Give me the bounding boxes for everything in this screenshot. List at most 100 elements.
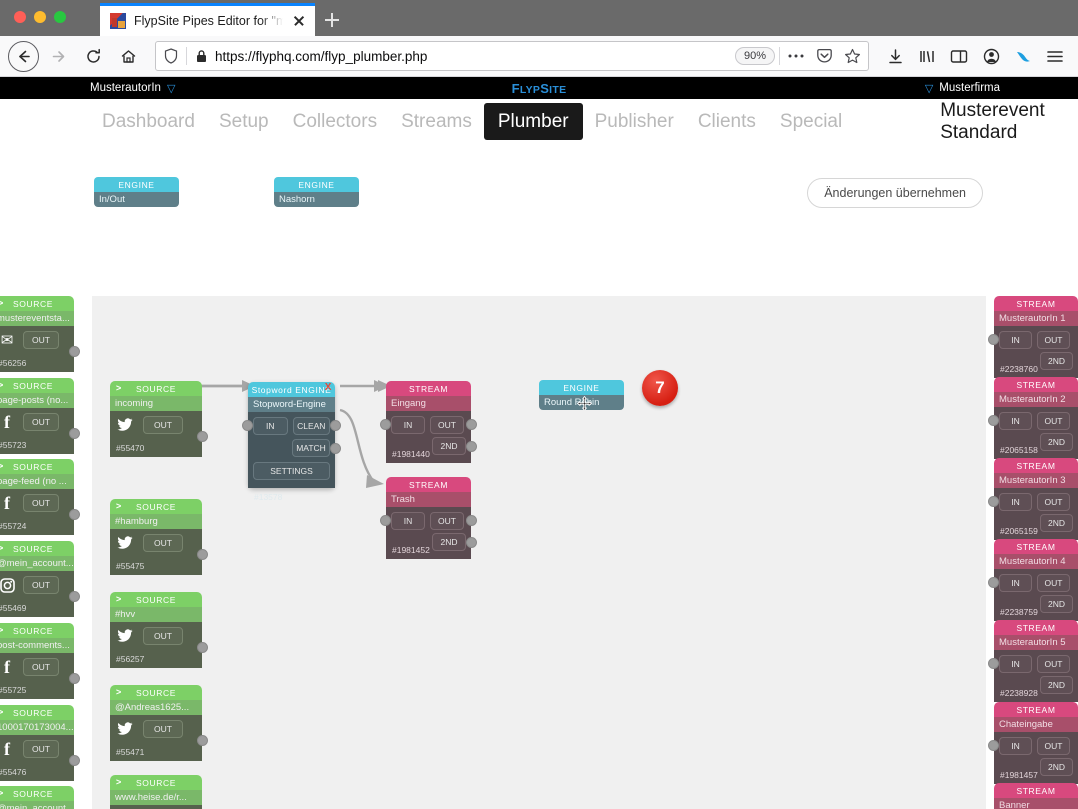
sidebar-icon[interactable] (944, 41, 974, 71)
port-in[interactable]: IN (999, 737, 1032, 755)
port-out[interactable]: OUT (430, 416, 464, 434)
padlock-icon[interactable] (191, 49, 211, 64)
nav-item-collectors[interactable]: Collectors (281, 103, 389, 140)
in-connector[interactable] (380, 419, 391, 430)
clean-connector[interactable] (330, 420, 341, 431)
port-out[interactable]: OUT (430, 512, 464, 530)
source-node-andreas[interactable]: SOURCE > @Andreas1625... OUT #55471 (110, 685, 208, 761)
source-node[interactable]: SOURCE > mustereventsta... ✉ OUT #56256 (0, 296, 80, 372)
left-source-palette[interactable]: SOURCE > mustereventsta... ✉ OUT #56256 S… (0, 296, 92, 809)
zoom-level-badge[interactable]: 90% (734, 47, 775, 65)
port-2nd[interactable]: 2ND (1040, 595, 1073, 613)
out-connector[interactable] (197, 431, 208, 442)
out-connector[interactable] (69, 428, 80, 439)
source-node[interactable]: SOURCE > 1000170173004... f OUT #55476 (0, 705, 80, 781)
port-2nd[interactable]: 2ND (432, 437, 466, 455)
in-connector[interactable] (242, 420, 253, 431)
port-in[interactable]: IN (999, 574, 1032, 592)
port-match[interactable]: MATCH (292, 439, 330, 457)
reload-icon[interactable] (77, 40, 109, 72)
source-node-hamburg[interactable]: SOURCE > #hamburg OUT #55475 (110, 499, 208, 575)
maximize-window-button[interactable] (54, 11, 66, 23)
new-tab-icon[interactable] (315, 3, 349, 36)
second-connector[interactable] (466, 441, 477, 452)
nav-item-special[interactable]: Special (768, 103, 854, 140)
port-out[interactable]: OUT (23, 413, 59, 431)
notification-badge[interactable]: 7 (642, 370, 678, 406)
out-connector[interactable] (466, 419, 477, 430)
out-connector[interactable] (466, 515, 477, 526)
source-node[interactable]: SOURCE > post-comments... f OUT #55725 (0, 623, 80, 699)
nav-item-dashboard[interactable]: Dashboard (90, 103, 207, 140)
in-connector[interactable] (988, 334, 999, 345)
star-icon[interactable] (840, 48, 864, 65)
hamburger-menu-icon[interactable] (1040, 41, 1070, 71)
stream-node[interactable]: STREAM MusterautorIn 4 IN OUT 2ND #22387… (988, 539, 1078, 621)
port-2nd[interactable]: 2ND (1040, 758, 1073, 776)
close-window-button[interactable] (14, 11, 26, 23)
engine-tag-inout[interactable]: ENGINE In/Out (94, 177, 179, 207)
stream-node-trash[interactable]: STREAM Trash IN OUT 2ND #1981452 (380, 477, 477, 559)
stream-node[interactable]: STREAM Banner IN OUT 2ND #1981450 (994, 783, 1078, 809)
nav-item-plumber[interactable]: Plumber (483, 103, 583, 140)
minimize-window-button[interactable] (34, 11, 46, 23)
out-connector[interactable] (69, 755, 80, 766)
engine-node-stopword[interactable]: Stopword ENGINE X Stopword-Engine IN CLEA… (242, 382, 341, 502)
port-out[interactable]: OUT (23, 658, 59, 676)
nav-item-streams[interactable]: Streams (389, 103, 484, 140)
port-out[interactable]: OUT (143, 534, 183, 552)
dolphin-icon[interactable] (1008, 41, 1038, 71)
port-out[interactable]: OUT (1037, 331, 1070, 349)
right-stream-palette[interactable]: STREAM MusterautorIn 1 IN OUT 2ND #22387… (986, 296, 1078, 809)
out-connector[interactable] (69, 346, 80, 357)
close-tab-icon[interactable] (291, 13, 307, 29)
port-out[interactable]: OUT (1037, 412, 1070, 430)
port-in[interactable]: IN (391, 512, 425, 530)
port-out[interactable]: OUT (23, 740, 59, 758)
port-2nd[interactable]: 2ND (1040, 514, 1073, 532)
in-connector[interactable] (988, 658, 999, 669)
port-out[interactable]: OUT (23, 331, 59, 349)
stream-node[interactable]: STREAM MusterautorIn 2 IN OUT 2ND #20651… (988, 377, 1078, 459)
source-node[interactable]: SOURCE> @mein_account... OUT #55479 (0, 786, 74, 809)
engine-tag-nashorn[interactable]: ENGINE Nashorn (274, 177, 359, 207)
port-in[interactable]: IN (999, 493, 1032, 511)
port-in[interactable]: IN (253, 417, 288, 435)
source-node[interactable]: SOURCE > page-posts (no... f OUT #55723 (0, 378, 80, 454)
account-icon[interactable] (976, 41, 1006, 71)
port-out[interactable]: OUT (1037, 493, 1070, 511)
nav-item-publisher[interactable]: Publisher (583, 103, 686, 140)
in-connector[interactable] (988, 740, 999, 751)
in-connector[interactable] (988, 496, 999, 507)
nav-item-setup[interactable]: Setup (207, 103, 281, 140)
out-connector[interactable] (197, 735, 208, 746)
out-connector[interactable] (69, 509, 80, 520)
port-out[interactable]: OUT (1037, 655, 1070, 673)
close-icon[interactable]: X (325, 383, 332, 393)
stream-node[interactable]: STREAM MusterautorIn 1 IN OUT 2ND #22387… (988, 296, 1078, 378)
pocket-icon[interactable] (812, 48, 836, 64)
in-connector[interactable] (988, 415, 999, 426)
user-menu[interactable]: MusterautorIn ▽ (90, 82, 175, 95)
stream-node[interactable]: STREAM MusterautorIn 5 IN OUT 2ND #22389… (988, 620, 1078, 702)
port-out[interactable]: OUT (1037, 574, 1070, 592)
port-2nd[interactable]: 2ND (1040, 676, 1073, 694)
port-2nd[interactable]: 2ND (1040, 352, 1073, 370)
source-node-heise[interactable]: SOURCE> www.heise.de/r... OUT #55478 (110, 775, 202, 809)
port-in[interactable]: IN (391, 416, 425, 434)
forward-arrow-icon[interactable] (42, 40, 74, 72)
stream-node[interactable]: STREAM Chateingabe IN OUT 2ND #1981457 (988, 702, 1078, 784)
ellipsis-icon[interactable] (784, 53, 808, 59)
out-connector[interactable] (69, 591, 80, 602)
out-connector[interactable] (197, 642, 208, 653)
port-clean[interactable]: CLEAN (292, 417, 330, 435)
stream-node[interactable]: STREAM MusterautorIn 3 IN OUT 2ND #20651… (988, 458, 1078, 540)
port-out[interactable]: OUT (143, 720, 183, 738)
port-out[interactable]: OUT (23, 576, 59, 594)
back-arrow-icon[interactable] (8, 40, 39, 72)
url-bar[interactable]: https://flyphq.com/flyp_plumber.php 90% (155, 41, 869, 71)
port-out[interactable]: OUT (143, 416, 183, 434)
apply-changes-button[interactable]: Änderungen übernehmen (807, 178, 983, 208)
in-connector[interactable] (988, 577, 999, 588)
port-out[interactable]: OUT (23, 494, 59, 512)
